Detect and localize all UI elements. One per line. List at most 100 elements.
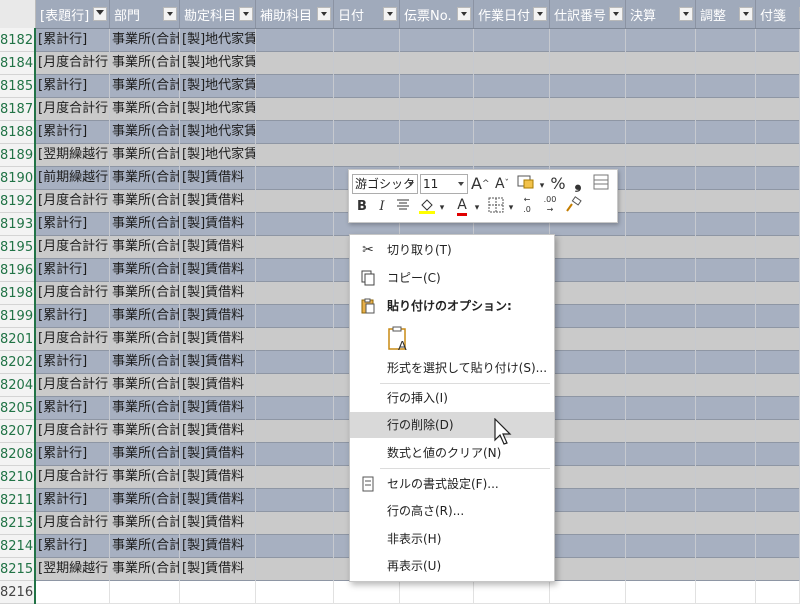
table-cell[interactable]: 事業所(合計): [110, 98, 180, 121]
table-cell[interactable]: [626, 558, 696, 581]
row-number[interactable]: 8196: [0, 259, 34, 282]
table-cell[interactable]: [550, 489, 626, 512]
table-cell[interactable]: [256, 190, 334, 213]
table-cell[interactable]: [256, 351, 334, 374]
table-cell[interactable]: [696, 75, 756, 98]
table-cell[interactable]: [550, 466, 626, 489]
table-cell[interactable]: [550, 52, 626, 75]
table-cell[interactable]: [256, 581, 334, 604]
table-cell[interactable]: [550, 558, 626, 581]
decrease-decimal-button[interactable]: .00 →: [539, 195, 561, 215]
table-cell[interactable]: 事業所(合計): [110, 374, 180, 397]
column-header[interactable]: 部門: [110, 0, 180, 28]
chevron-down-icon[interactable]: ▾: [438, 198, 446, 218]
dropdown-arrow-icon[interactable]: [457, 7, 471, 21]
table-cell[interactable]: 事業所(合計): [110, 512, 180, 535]
table-cell[interactable]: [製]賃借料: [180, 512, 256, 535]
dropdown-arrow-icon[interactable]: [239, 7, 253, 21]
table-cell[interactable]: [756, 29, 800, 52]
table-cell[interactable]: [月度合計行]: [36, 190, 110, 213]
table-cell[interactable]: [製]地代家賃: [180, 144, 256, 167]
table-cell[interactable]: [626, 52, 696, 75]
table-cell[interactable]: [前期繰越行]: [36, 167, 110, 190]
table-cell[interactable]: [550, 512, 626, 535]
align-center-button[interactable]: [395, 197, 411, 217]
table-cell[interactable]: [696, 374, 756, 397]
table-cell[interactable]: 事業所(合計): [110, 397, 180, 420]
table-cell[interactable]: [550, 305, 626, 328]
table-cell[interactable]: 事業所(合計): [110, 558, 180, 581]
table-cell[interactable]: [756, 535, 800, 558]
font-name-box[interactable]: 游ゴシック: [352, 174, 418, 194]
table-cell[interactable]: [550, 351, 626, 374]
table-cell[interactable]: [累計行]: [36, 213, 110, 236]
table-cell[interactable]: [製]賃借料: [180, 558, 256, 581]
table-cell[interactable]: [550, 282, 626, 305]
table-cell[interactable]: [製]賃借料: [180, 351, 256, 374]
row-number[interactable]: 8213: [0, 512, 34, 535]
table-cell[interactable]: [696, 213, 756, 236]
bold-button[interactable]: B: [355, 197, 369, 217]
table-cell[interactable]: [696, 420, 756, 443]
table-cell[interactable]: [474, 52, 550, 75]
table-cell[interactable]: [550, 121, 626, 144]
table-cell[interactable]: [月度合計行]: [36, 466, 110, 489]
row-number[interactable]: 8195: [0, 236, 34, 259]
table-cell[interactable]: [製]地代家賃: [180, 29, 256, 52]
table-cell[interactable]: [累計行]: [36, 443, 110, 466]
table-cell[interactable]: [626, 328, 696, 351]
table-cell[interactable]: [626, 305, 696, 328]
table-cell[interactable]: [180, 581, 256, 604]
table-cell[interactable]: [256, 374, 334, 397]
table-cell[interactable]: [334, 29, 400, 52]
row-number[interactable]: 8204: [0, 374, 34, 397]
table-cell[interactable]: [756, 167, 800, 190]
table-cell[interactable]: [756, 328, 800, 351]
table-cell[interactable]: [626, 236, 696, 259]
table-cell[interactable]: [696, 98, 756, 121]
table-cell[interactable]: [626, 535, 696, 558]
percent-button[interactable]: %: [549, 174, 567, 194]
row-number[interactable]: 8190: [0, 167, 34, 190]
table-cell[interactable]: [製]賃借料: [180, 466, 256, 489]
table-cell[interactable]: [696, 236, 756, 259]
table-cell[interactable]: [756, 190, 800, 213]
row-number[interactable]: 8198: [0, 282, 34, 305]
table-cell[interactable]: [翌期繰越行]: [36, 144, 110, 167]
table-cell[interactable]: [550, 581, 626, 604]
table-cell[interactable]: [626, 512, 696, 535]
chevron-down-icon[interactable]: ▾: [507, 198, 515, 218]
table-cell[interactable]: 事業所(合計): [110, 190, 180, 213]
row-number[interactable]: 8205: [0, 397, 34, 420]
table-cell[interactable]: [696, 282, 756, 305]
table-cell[interactable]: [製]賃借料: [180, 328, 256, 351]
table-cell[interactable]: [626, 351, 696, 374]
table-cell[interactable]: 事業所(合計): [110, 144, 180, 167]
table-cell[interactable]: [月度合計行]: [36, 98, 110, 121]
table-cell[interactable]: [334, 144, 400, 167]
font-size-box[interactable]: 11: [420, 174, 468, 194]
table-cell[interactable]: [474, 29, 550, 52]
table-cell[interactable]: [製]賃借料: [180, 236, 256, 259]
table-cell[interactable]: [756, 351, 800, 374]
row-number[interactable]: 8188: [0, 121, 34, 144]
row-number[interactable]: 8184: [0, 52, 34, 75]
table-cell[interactable]: [474, 144, 550, 167]
table-cell[interactable]: [756, 75, 800, 98]
table-cell[interactable]: [月度合計行]: [36, 512, 110, 535]
table-cell[interactable]: 事業所(合計): [110, 466, 180, 489]
table-cell[interactable]: [696, 443, 756, 466]
row-number[interactable]: 8185: [0, 75, 34, 98]
table-cell[interactable]: [550, 328, 626, 351]
row-number[interactable]: 8201: [0, 328, 34, 351]
table-cell[interactable]: [626, 443, 696, 466]
table-cell[interactable]: [256, 75, 334, 98]
table-cell[interactable]: 事業所(合計): [110, 259, 180, 282]
column-header[interactable]: 決算: [626, 0, 696, 28]
table-cell[interactable]: [製]賃借料: [180, 167, 256, 190]
borders-button[interactable]: [487, 197, 505, 218]
menu-item-row-height[interactable]: 行の高さ(R)...: [350, 498, 554, 524]
row-number[interactable]: 8207: [0, 420, 34, 443]
table-cell[interactable]: [製]賃借料: [180, 374, 256, 397]
number-format-button[interactable]: [515, 174, 537, 195]
